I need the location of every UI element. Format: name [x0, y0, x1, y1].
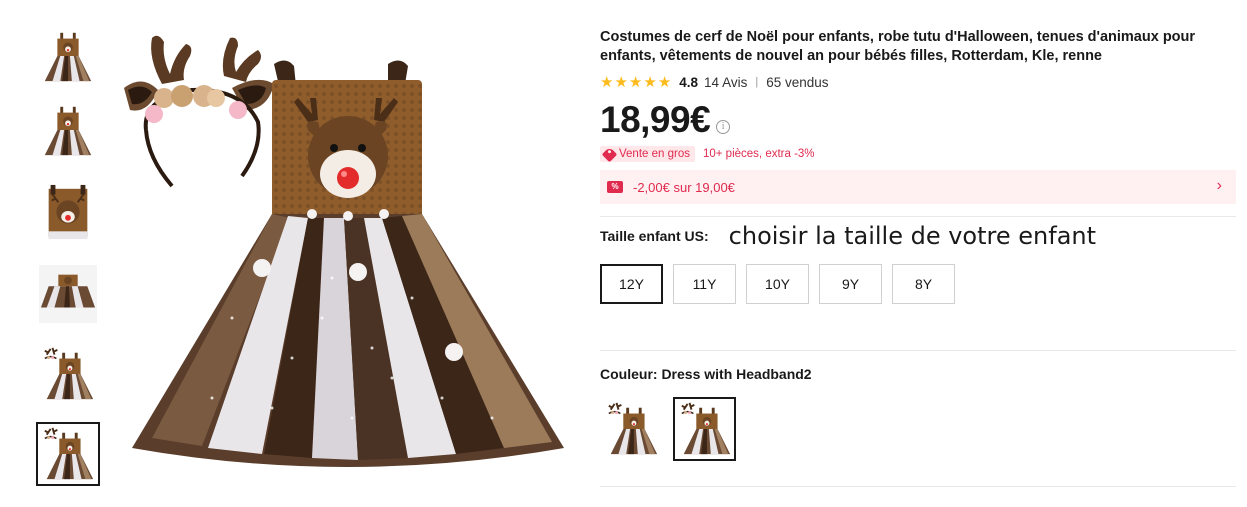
rating-separator: | [755, 76, 759, 88]
thumbnail-1[interactable] [36, 24, 100, 88]
star-icon: ★ [600, 73, 614, 91]
dress-flat-thumbnail-image [39, 265, 97, 323]
rating-row: ★ ★ ★ ★ ★ 4.8 14 Avis | 65 vendus [600, 72, 829, 92]
coupon-bar[interactable]: % -2,00€ sur 19,00€ › [600, 170, 1236, 204]
color-label: Couleur: Dress with Headband2 [600, 366, 812, 382]
size-option-10y[interactable]: 10Y [746, 264, 809, 304]
coupon-icon: % [607, 181, 623, 193]
dress-headband-thumbnail-image [39, 425, 97, 483]
size-label: Taille enfant US: [600, 228, 709, 244]
color-options [600, 397, 736, 461]
antler-headband [124, 35, 274, 188]
sold-count: 65 vendus [766, 74, 829, 90]
size-option-8y[interactable]: 8Y [892, 264, 955, 304]
dress-thumbnail-image [39, 27, 97, 85]
thumbnail-4[interactable] [36, 262, 100, 326]
size-option-12y[interactable]: 12Y [600, 264, 663, 304]
star-icon: ★ [614, 73, 628, 91]
product-price: 18,99€ [600, 99, 711, 140]
color-swatch-image [603, 400, 661, 458]
divider [600, 350, 1236, 351]
thumbnail-6[interactable] [36, 422, 100, 486]
bulk-discount-text: 10+ pièces, extra -3% [702, 148, 815, 160]
size-options: 12Y 11Y 10Y 9Y 8Y [600, 264, 955, 304]
size-option-11y[interactable]: 11Y [673, 264, 736, 304]
price-row: 18,99€ i [600, 99, 731, 140]
dress-bodice-thumbnail-image [39, 183, 97, 241]
info-icon[interactable]: i [716, 120, 731, 134]
main-product-image[interactable] [112, 18, 582, 488]
product-title: Costumes de cerf de Noël pour enfants, r… [600, 29, 1196, 64]
thumbnail-2[interactable] [36, 98, 100, 162]
reindeer-dress-illustration [124, 35, 564, 467]
thumbnail-3[interactable] [36, 180, 100, 244]
color-swatch-image [676, 400, 734, 458]
bulk-discount-row: Vente en gros 10+ pièces, extra -3% [600, 146, 815, 162]
product-info-panel: Costumes de cerf de Noël pour enfants, r… [600, 0, 1240, 507]
size-option-9y[interactable]: 9Y [819, 264, 882, 304]
rating-value: 4.8 [679, 74, 699, 90]
divider [600, 216, 1236, 217]
tulle-skirt [132, 209, 564, 467]
star-rating[interactable]: ★ ★ ★ ★ ★ [600, 75, 671, 90]
dress-thumbnail-image [39, 101, 97, 159]
star-icon: ★ [643, 73, 657, 91]
coupon-text: -2,00€ sur 19,00€ [633, 179, 735, 195]
bulk-sale-badge: Vente en gros [600, 146, 695, 162]
divider [600, 486, 1236, 487]
size-label-row: Taille enfant US: choisir la taille de v… [600, 222, 1096, 250]
star-icon: ★ [657, 73, 672, 91]
thumbnail-5[interactable] [36, 342, 100, 406]
reviews-link[interactable]: 14 Avis [704, 75, 747, 90]
color-option-dress-with-headband2[interactable] [673, 397, 736, 461]
tag-icon [601, 146, 618, 162]
size-hint: choisir la taille de votre enfant [728, 222, 1097, 250]
chevron-right-icon: › [1216, 177, 1222, 194]
color-option-dress-with-headband[interactable] [600, 397, 663, 461]
dress-headband-thumbnail-image [39, 345, 97, 403]
bulk-sale-label: Vente en gros [619, 148, 690, 160]
star-icon: ★ [628, 73, 643, 91]
